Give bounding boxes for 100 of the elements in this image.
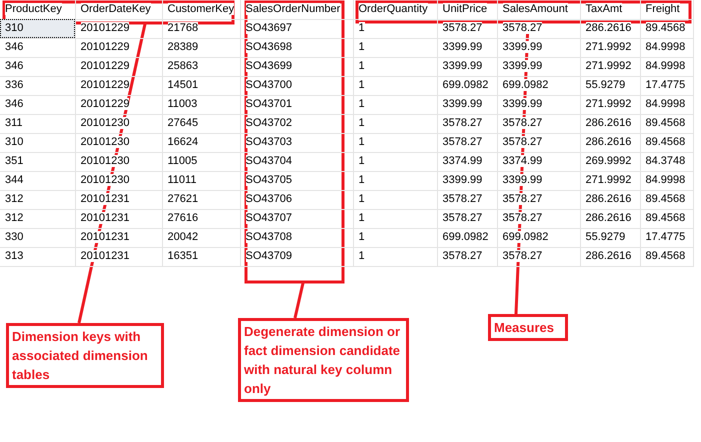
table-cell: 89.4568 — [640, 209, 693, 228]
table-cell: 17.4775 — [640, 76, 693, 95]
table-cell: 3374.99 — [437, 152, 497, 171]
table-cell: 17.4775 — [640, 228, 693, 247]
table-cell: 271.9992 — [580, 57, 640, 76]
table-cell: 344 — [0, 171, 75, 190]
table-cell: 313 — [0, 247, 75, 266]
table-cell: 3399.99 — [437, 171, 497, 190]
table-cell: 269.9992 — [580, 152, 640, 171]
table-cell: 3399.99 — [497, 38, 580, 57]
table-cell: 89.4568 — [640, 190, 693, 209]
table-cell: 3399.99 — [497, 171, 580, 190]
table-cell: 11011 — [162, 171, 240, 190]
table-cell: 1 — [353, 57, 437, 76]
table-cell: 20101230 — [75, 133, 162, 152]
table-cell: 3578.27 — [437, 133, 497, 152]
table-cell: 1 — [353, 247, 437, 266]
table-cell: 346 — [0, 38, 75, 57]
table-cell: 20101229 — [75, 19, 162, 38]
table-cell: 55.9279 — [580, 228, 640, 247]
table-cell: 3578.27 — [437, 19, 497, 38]
table-cell: 312 — [0, 209, 75, 228]
table-cell: 3578.27 — [497, 133, 580, 152]
table-cell: 1 — [353, 76, 437, 95]
table-cell: 16624 — [162, 133, 240, 152]
table-cell: 271.9992 — [580, 95, 640, 114]
table-cell: 3374.99 — [497, 152, 580, 171]
table-cell: 336 — [0, 76, 75, 95]
table-cell: 3399.99 — [497, 95, 580, 114]
table-cell: 310 — [0, 133, 75, 152]
table-cell: 20101231 — [75, 209, 162, 228]
table-cell: 14501 — [162, 76, 240, 95]
table-cell: 89.4568 — [640, 19, 693, 38]
table-cell: SO43707 — [240, 209, 353, 228]
table-cell: 3578.27 — [497, 19, 580, 38]
table-cell: 20101231 — [75, 247, 162, 266]
leader-line — [294, 282, 304, 318]
table-cell: 699.0982 — [437, 228, 497, 247]
table-cell: 11005 — [162, 152, 240, 171]
table-cell: 20101229 — [75, 95, 162, 114]
table-cell: 1 — [353, 19, 437, 38]
table-cell: 286.2616 — [580, 114, 640, 133]
table-cell: 3578.27 — [437, 190, 497, 209]
table-cell: 1 — [353, 38, 437, 57]
table-cell: 346 — [0, 57, 75, 76]
table-cell: 3578.27 — [497, 209, 580, 228]
table-cell: 27616 — [162, 209, 240, 228]
table-cell: 699.0982 — [437, 76, 497, 95]
table-cell: 3578.27 — [497, 190, 580, 209]
table-cell: 84.9998 — [640, 171, 693, 190]
table-cell: 20101230 — [75, 114, 162, 133]
table-cell: 84.9998 — [640, 57, 693, 76]
callout: Measures — [488, 314, 568, 341]
table-cell: 3399.99 — [437, 57, 497, 76]
table-cell: 25863 — [162, 57, 240, 76]
table-cell: 3399.99 — [437, 95, 497, 114]
table-cell: 20101230 — [75, 152, 162, 171]
table-cell: 20101231 — [75, 190, 162, 209]
table-cell: 11003 — [162, 95, 240, 114]
table-cell: 27645 — [162, 114, 240, 133]
table-cell: SO43700 — [240, 76, 353, 95]
table-cell: 346 — [0, 95, 75, 114]
table-cell: 1 — [353, 190, 437, 209]
table-cell: 286.2616 — [580, 19, 640, 38]
table-cell: 20101230 — [75, 171, 162, 190]
table-cell: 271.9992 — [580, 171, 640, 190]
table-cell: 20101229 — [75, 38, 162, 57]
table-cell: 3399.99 — [437, 38, 497, 57]
table-cell: 286.2616 — [580, 209, 640, 228]
table-cell: 699.0982 — [497, 76, 580, 95]
table-cell: 21768 — [162, 19, 240, 38]
table-cell: SO43701 — [240, 95, 353, 114]
column-header[interactable]: ProductKey — [0, 0, 75, 19]
table-cell: 20042 — [162, 228, 240, 247]
table-cell: 312 — [0, 190, 75, 209]
table-cell: 55.9279 — [580, 76, 640, 95]
table-cell: 89.4568 — [640, 133, 693, 152]
table-cell: 286.2616 — [580, 247, 640, 266]
table-cell: 1 — [353, 228, 437, 247]
column-header[interactable]: SalesAmount — [497, 0, 580, 19]
table-cell: 84.9998 — [640, 38, 693, 57]
column-header[interactable]: TaxAmt — [580, 0, 640, 19]
table-cell: 84.3748 — [640, 152, 693, 171]
table-cell: 20101229 — [75, 57, 162, 76]
table-cell: 1 — [353, 114, 437, 133]
table-cell: 89.4568 — [640, 247, 693, 266]
table-cell: SO43704 — [240, 152, 353, 171]
table-cell: 1 — [353, 95, 437, 114]
column-header[interactable]: UnitPrice — [437, 0, 497, 19]
table-cell: SO43708 — [240, 228, 353, 247]
column-header[interactable]: Freight — [640, 0, 693, 19]
table-cell: 351 — [0, 152, 75, 171]
table-cell: 311 — [0, 114, 75, 133]
table-cell: 310 — [0, 19, 75, 38]
table-cell: SO43709 — [240, 247, 353, 266]
table-cell: 286.2616 — [580, 190, 640, 209]
table-cell: 271.9992 — [580, 38, 640, 57]
table-cell: SO43702 — [240, 114, 353, 133]
table-cell: 20101229 — [75, 76, 162, 95]
table-cell: 3578.27 — [497, 114, 580, 133]
